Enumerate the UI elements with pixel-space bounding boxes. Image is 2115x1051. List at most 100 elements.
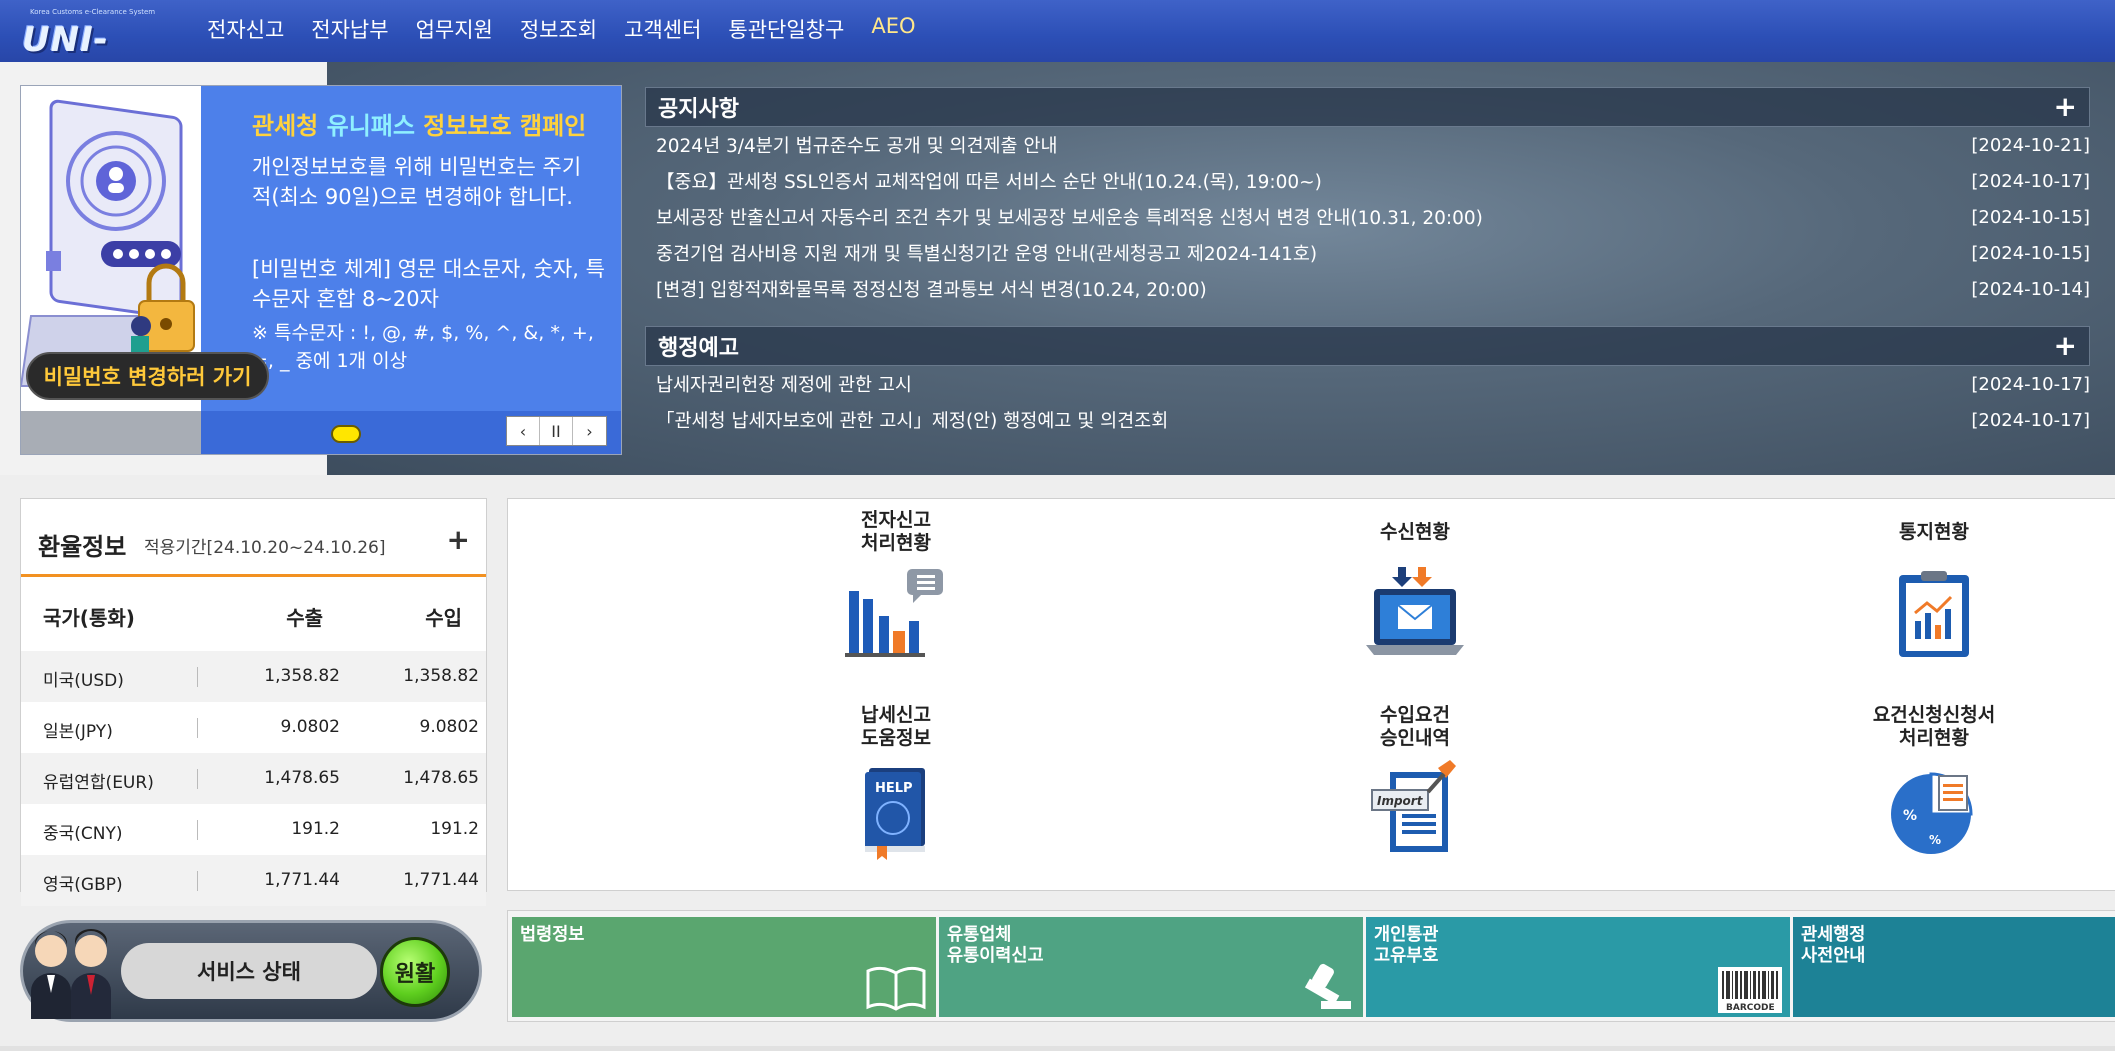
table-row: 일본(JPY) 9.0802 9.0802 [21, 702, 486, 753]
tile-law-info[interactable]: 법령정보 [512, 917, 936, 1017]
quick-label: 전자신고 처리현황 [861, 509, 931, 554]
tile-label: 법령정보 [520, 925, 585, 945]
quick-label: 납세신고 도움정보 [861, 704, 931, 749]
admin-notice-item[interactable]: 납세자권리헌장 제정에 관한 고시 [2024-10-17] [645, 366, 2090, 402]
notice-item[interactable]: 중견기업 검사비용 지원 재개 및 특별신청기간 운영 안내(관세청공고 제20… [645, 235, 2090, 271]
percent-pie-icon: % % [1879, 756, 1989, 866]
notice-item[interactable]: 보세공장 반출신고서 자동수리 조건 추가 및 보세공장 보세운송 특례적용 신… [645, 199, 2090, 235]
divider [197, 871, 198, 891]
exchange-header: 환율정보 적용기간[24.10.20~24.10.26] + [21, 499, 486, 577]
import-rate-cell: 1,358.82 [403, 666, 479, 686]
exchange-rate-panel: 환율정보 적용기간[24.10.20~24.10.26] + 국가(통화) 수출… [20, 498, 487, 906]
notice-item-text[interactable]: 【중요】관세청 SSL인증서 교체작업에 따른 서비스 순단 안내(10.24.… [656, 168, 1322, 194]
notice-item[interactable]: 【중요】관세청 SSL인증서 교체작업에 따른 서비스 순단 안내(10.24.… [645, 163, 2090, 199]
nav-item-info-lookup[interactable]: 정보조회 [520, 14, 597, 44]
table-row: 유럽연합(EUR) 1,478.65 1,478.65 [21, 753, 486, 804]
nav-item-e-declaration[interactable]: 전자신고 [207, 14, 284, 44]
import-rate-cell: 1,478.65 [403, 768, 479, 788]
exchange-table-header: 국가(통화) 수출 수입 [21, 577, 486, 651]
divider [197, 820, 198, 840]
service-status-label: 서비스 상태 [121, 943, 377, 999]
banner-next-button[interactable]: › [573, 417, 606, 445]
notice-board: 공지사항 + 2024년 3/4분기 법규준수도 공개 및 의견제출 안내 [20… [645, 87, 2090, 307]
quick-menu-panel: 전자신고 처리현황 수신현황 통지현황 납세신고 도움정보 HELP 수입요건 … [507, 498, 2115, 891]
notice-item[interactable]: 2024년 3/4분기 법규준수도 공개 및 의견제출 안내 [2024-10-2… [645, 127, 2090, 163]
nav-item-customer-center[interactable]: 고객센터 [624, 14, 701, 44]
export-rate-cell: 1,771.44 [264, 870, 340, 890]
notice-more-button[interactable]: + [2054, 93, 2077, 121]
logo-subtitle: Korea Customs e-Clearance System [30, 8, 156, 16]
exchange-more-button[interactable]: + [447, 523, 470, 556]
tile-label: 유통업체 유통이력신고 [947, 925, 1044, 966]
notice-item[interactable]: [변경] 입항적재화물목록 정정신청 결과통보 서식 변경(10.24, 20:… [645, 271, 2090, 307]
nav-item-work-support[interactable]: 업무지원 [416, 14, 493, 44]
banner-pause-button[interactable]: II [540, 417, 573, 445]
col-export: 수출 [286, 606, 323, 630]
clipboard-chart-icon [1879, 561, 1989, 671]
notice-item-date: [2024-10-14] [1971, 278, 2090, 300]
main-nav: 전자신고 전자납부 업무지원 정보조회 고객센터 통관단일창구 AEO [207, 14, 943, 44]
notice-item-date: [2024-10-15] [1971, 206, 2090, 228]
quick-requirement-status[interactable]: 요건신청신청서 처리현황 % % [1834, 704, 2034, 866]
banner-title: 관세청 유니패스 정보보호 캠페인 [252, 106, 586, 141]
quick-notice-status[interactable]: 통지현황 [1834, 509, 2034, 671]
nav-item-single-window[interactable]: 통관단일창구 [728, 14, 844, 44]
exchange-period: 적용기간[24.10.20~24.10.26] [144, 538, 386, 558]
barcode-text: BARCODE [1726, 1003, 1775, 1013]
change-password-button[interactable]: 비밀번호 변경하러 가기 [26, 352, 269, 400]
notice-header: 공지사항 + [645, 87, 2090, 127]
notice-item-text[interactable]: 2024년 3/4분기 법규준수도 공개 및 의견제출 안내 [656, 132, 1057, 158]
country-cell: 유럽연합(EUR) [43, 773, 154, 793]
country-cell: 일본(JPY) [43, 722, 113, 742]
table-row: 미국(USD) 1,358.82 1,358.82 [21, 651, 486, 702]
banner-prev-button[interactable]: ‹ [507, 417, 540, 445]
admin-notice-item-text[interactable]: 납세자권리헌장 제정에 관한 고시 [656, 371, 912, 397]
col-import: 수입 [425, 606, 462, 630]
nav-item-aeo[interactable]: AEO [871, 14, 915, 44]
quick-received-status[interactable]: 수신현황 [1315, 509, 1515, 671]
import-rate-cell: 191.2 [430, 819, 479, 839]
svg-text:%: % [1929, 833, 1941, 847]
quick-label: 요건신청신청서 처리현황 [1872, 704, 1996, 749]
export-rate-cell: 1,478.65 [264, 768, 340, 788]
table-row: 중국(CNY) 191.2 191.2 [21, 804, 486, 855]
banner-special-chars: ※ 특수문자 : !, @, #, $, %, ^, &, *, +, =, _… [252, 322, 594, 372]
admin-notice-item-text[interactable]: 「관세청 납세자보호에 관한 고시」제정(안) 행정예고 및 의견조회 [656, 407, 1168, 433]
unipass-logo[interactable]: Korea Customs e-Clearance System UNI-PAS… [18, 6, 178, 100]
quick-import-approval[interactable]: 수입요건 승인내역 Import [1315, 704, 1515, 866]
export-rate-cell: 191.2 [291, 819, 340, 839]
notice-item-text[interactable]: 중견기업 검사비용 지원 재개 및 특별신청기간 운영 안내(관세청공고 제20… [656, 240, 1317, 266]
quick-label: 통지현황 [1899, 520, 1969, 543]
quick-e-declaration-status[interactable]: 전자신고 처리현황 [796, 509, 996, 671]
banner-password-rule: [비밀번호 체계] 영문 대소문자, 숫자, 특수문자 혼합 8~20자 [252, 257, 605, 311]
export-rate-cell: 1,358.82 [264, 666, 340, 686]
notice-item-text[interactable]: 보세공장 반출신고서 자동수리 조건 추가 및 보세공장 보세운송 특례적용 신… [656, 204, 1483, 230]
notice-item-date: [2024-10-17] [1971, 170, 2090, 192]
barcode-icon: BARCODE [1718, 961, 1782, 1013]
service-status-widget: 서비스 상태 원활 [20, 920, 482, 1022]
notice-item-text[interactable]: [변경] 입항적재화물목록 정정신청 결과통보 서식 변경(10.24, 20:… [656, 276, 1207, 302]
admin-notice-item[interactable]: 「관세청 납세자보호에 관한 고시」제정(안) 행정예고 및 의견조회 [2024… [645, 402, 2090, 438]
mascot-icon [23, 923, 123, 1019]
admin-notice-more-button[interactable]: + [2054, 332, 2077, 360]
admin-notice-item-date: [2024-10-17] [1971, 373, 2090, 395]
notice-item-date: [2024-10-21] [1971, 134, 2090, 156]
country-cell: 미국(USD) [43, 671, 124, 691]
banner-page-indicator[interactable] [331, 425, 361, 443]
tile-personal-customs-code[interactable]: 개인통관 고유부호 BARCODE [1366, 917, 1790, 1017]
tile-distribution-report[interactable]: 유통업체 유통이력신고 [939, 917, 1363, 1017]
tile-customs-advance-notice[interactable]: 관세행정 사전안내 [1793, 917, 2115, 1017]
top-navigation-bar: Korea Customs e-Clearance System UNI-PAS… [0, 0, 2115, 100]
quick-tax-help[interactable]: 납세신고 도움정보 HELP [796, 704, 996, 866]
stamp-icon [1291, 961, 1355, 1013]
admin-notice-header: 행정예고 + [645, 326, 2090, 366]
nav-item-e-payment[interactable]: 전자납부 [311, 14, 388, 44]
campaign-banner[interactable]: 관세청 유니패스 정보보호 캠페인 개인정보보호를 위해 비밀번호는 주기적(최… [20, 85, 622, 455]
banner-title-infosec: 정보보호 [423, 112, 512, 140]
divider [197, 667, 198, 687]
import-document-icon: Import [1360, 756, 1470, 866]
help-book-icon: HELP [841, 756, 951, 866]
export-rate-cell: 9.0802 [280, 717, 340, 737]
country-cell: 중국(CNY) [43, 824, 123, 844]
notice-item-date: [2024-10-15] [1971, 242, 2090, 264]
